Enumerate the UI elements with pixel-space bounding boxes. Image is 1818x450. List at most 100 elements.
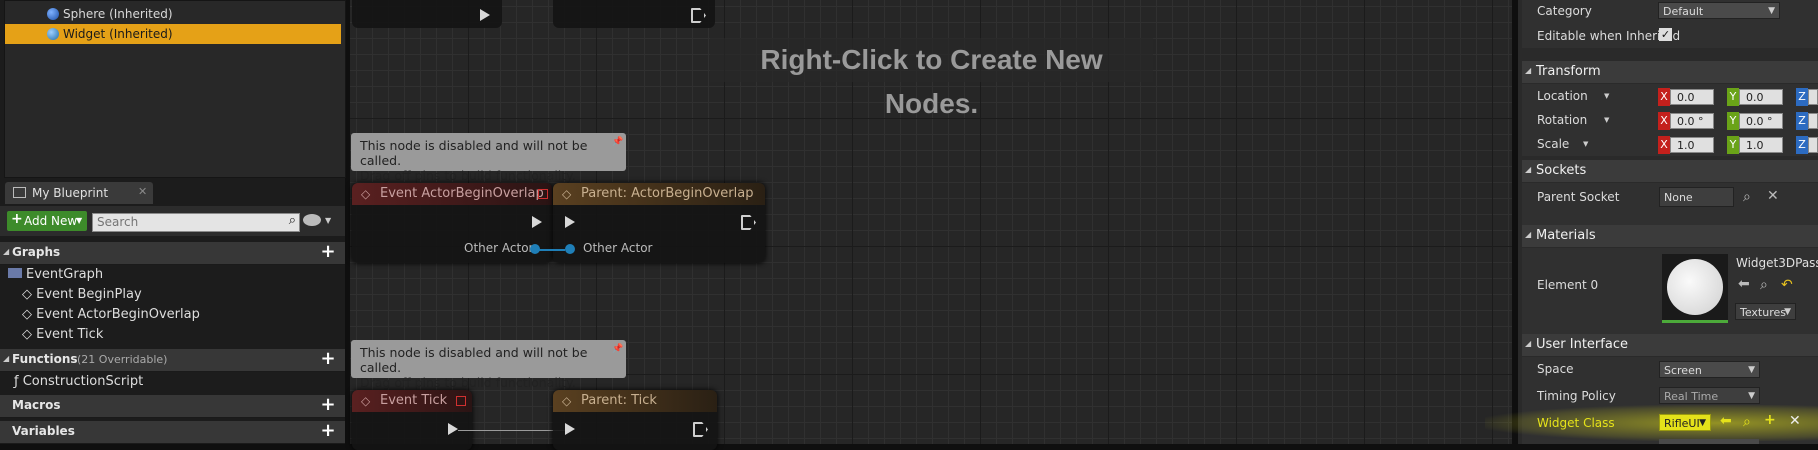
node-parent-actorbeginoverlap[interactable]: ◇ Parent: ActorBeginOverlap Other Actor (553, 183, 765, 263)
location-z-input[interactable] (1808, 89, 1818, 105)
chevron-down-icon[interactable]: ▼ (1604, 116, 1609, 124)
sockets-section[interactable]: ◢ Sockets (1522, 160, 1818, 182)
add-function-button[interactable]: + (319, 350, 337, 369)
search-icon[interactable]: ⌕ (1760, 277, 1768, 293)
property-label[interactable]: Scale (1537, 137, 1569, 151)
materials-section[interactable]: ◢ Materials (1522, 225, 1818, 247)
collapse-arrow-icon[interactable]: ◢ (3, 354, 9, 363)
tree-item-sphere[interactable]: Sphere (Inherited) (5, 4, 341, 24)
user-interface-section[interactable]: ◢ User Interface (1522, 334, 1818, 356)
data-pin[interactable] (565, 244, 575, 254)
scale-x-input[interactable]: 1.0 (1670, 137, 1714, 153)
y-axis-icon: Y (1727, 136, 1739, 154)
exec-out-pin[interactable] (693, 422, 708, 437)
item-label: ConstructionScript (22, 374, 144, 389)
tab-label: My Blueprint (32, 186, 109, 200)
collapse-arrow-icon[interactable]: ◢ (3, 247, 9, 256)
add-variable-button[interactable]: + (319, 422, 337, 441)
rotation-z-input[interactable] (1808, 113, 1818, 129)
chevron-down-icon[interactable]: ▼ (1583, 140, 1588, 148)
chevron-down-icon[interactable]: ▼ (325, 216, 331, 225)
node-partial[interactable] (553, 0, 715, 28)
collapse-arrow-icon[interactable]: ◢ (1525, 230, 1531, 239)
collapse-arrow-icon[interactable]: ◢ (1525, 339, 1531, 348)
space-combo[interactable]: Screen ▼ (1659, 361, 1760, 378)
graphs-category[interactable]: ◢ Graphs + (0, 242, 345, 265)
scale-y-input[interactable]: 1.0 (1739, 137, 1783, 153)
plus-icon: + (11, 211, 23, 227)
widget-icon (47, 28, 59, 40)
category-title: Graphs (12, 245, 61, 259)
search-icon[interactable]: ⌕ (1743, 414, 1751, 430)
event-icon: ◇ (22, 327, 37, 342)
property-label[interactable]: Rotation (1537, 113, 1587, 127)
delegate-pin-icon[interactable] (538, 189, 548, 199)
exec-in-pin[interactable] (565, 216, 575, 228)
exec-pin[interactable] (480, 9, 490, 21)
list-item-beginplay[interactable]: ◇ Event BeginPlay (22, 285, 142, 305)
use-selected-arrow-icon[interactable]: ⬅ (1738, 276, 1750, 292)
clear-icon[interactable]: ✕ (1767, 188, 1779, 204)
rotation-x-input[interactable]: 0.0 ° (1670, 113, 1714, 129)
functions-category[interactable]: ◢ Functions (21 Overridable) + (0, 349, 345, 372)
close-icon[interactable]: ✕ (138, 185, 147, 198)
timing-policy-combo[interactable]: Real Time ▼ (1659, 387, 1760, 404)
collapse-arrow-icon[interactable]: ◢ (1525, 66, 1531, 75)
add-new-button[interactable]: + Add New ▼ (7, 211, 87, 231)
property-label[interactable]: Location (1537, 89, 1588, 103)
exec-pin[interactable] (448, 423, 458, 435)
location-x-input[interactable]: 0.0 (1670, 89, 1714, 105)
delegate-pin-icon[interactable] (456, 396, 466, 406)
add-graph-button[interactable]: + (319, 243, 337, 262)
scale-z-input[interactable] (1808, 137, 1818, 153)
z-axis-icon: Z (1796, 112, 1808, 130)
transform-section[interactable]: ◢ Transform (1522, 61, 1818, 83)
event-icon: ◇ (22, 287, 37, 302)
node-event-actorbeginoverlap[interactable]: ◇ Event ActorBeginOverlap Other Actor (352, 183, 552, 263)
clear-icon[interactable]: ✕ (1789, 413, 1801, 429)
category-combo[interactable]: Default ▼ (1658, 2, 1780, 19)
exec-out-pin[interactable] (691, 8, 706, 23)
search-icon[interactable]: ⌕ (289, 213, 296, 228)
parent-socket-field[interactable]: None (1659, 187, 1734, 207)
tree-item-widget[interactable]: Widget (Inherited) (5, 24, 341, 44)
section-title: Materials (1536, 228, 1596, 243)
tab-my-blueprint[interactable]: My Blueprint ✕ (5, 182, 153, 204)
location-y-input[interactable]: 0.0 (1739, 89, 1783, 105)
pin-icon[interactable]: 📌 (612, 135, 623, 150)
material-name: Widget3DPassTh (1736, 256, 1818, 270)
macros-category[interactable]: Macros + (0, 395, 345, 418)
collapse-arrow-icon[interactable]: ◢ (1525, 165, 1531, 174)
rotation-y-input[interactable]: 0.0 ° (1739, 113, 1783, 129)
reset-icon[interactable]: ↶ (1781, 277, 1793, 293)
comment-line: Drag off pins to build functionality. (360, 375, 576, 390)
node-title: Parent: Tick (581, 393, 657, 408)
list-item-constructionscript[interactable]: ƒ ConstructionScript (14, 372, 143, 392)
list-item-actorbeginoverlap[interactable]: ◇ Event ActorBeginOverlap (22, 305, 200, 325)
add-macro-button[interactable]: + (319, 396, 337, 415)
category-title: Variables (12, 424, 75, 438)
list-item-tick[interactable]: ◇ Event Tick (22, 325, 103, 345)
blueprint-icon (13, 187, 26, 198)
add-icon[interactable]: + (1764, 412, 1776, 428)
exec-pin[interactable] (532, 216, 542, 228)
combo-value: Screen (1664, 364, 1702, 377)
chevron-down-icon[interactable]: ▼ (1604, 92, 1609, 100)
node-title: Event Tick (380, 393, 448, 408)
variables-category[interactable]: Variables + (0, 421, 345, 444)
node-event-tick[interactable]: ◇ Event Tick (352, 390, 472, 450)
use-selected-arrow-icon[interactable]: ⬅ (1720, 413, 1732, 429)
exec-out-pin[interactable] (741, 215, 756, 230)
pin-icon[interactable]: 📌 (612, 342, 623, 357)
textures-combo[interactable]: Textures ▼ (1735, 303, 1796, 320)
eye-icon[interactable] (303, 214, 321, 226)
search-input[interactable] (93, 214, 281, 229)
widget-class-combo[interactable]: RifleUI ▼ (1659, 414, 1711, 431)
search-icon[interactable]: ⌕ (1743, 189, 1751, 205)
list-item-eventgraph[interactable]: EventGraph (8, 265, 103, 285)
editable-checkbox[interactable]: ✓ (1659, 28, 1672, 41)
material-thumbnail[interactable] (1662, 254, 1728, 323)
exec-in-pin[interactable] (565, 423, 575, 435)
node-partial[interactable] (352, 0, 502, 28)
node-parent-tick[interactable]: ◇ Parent: Tick (553, 390, 717, 450)
